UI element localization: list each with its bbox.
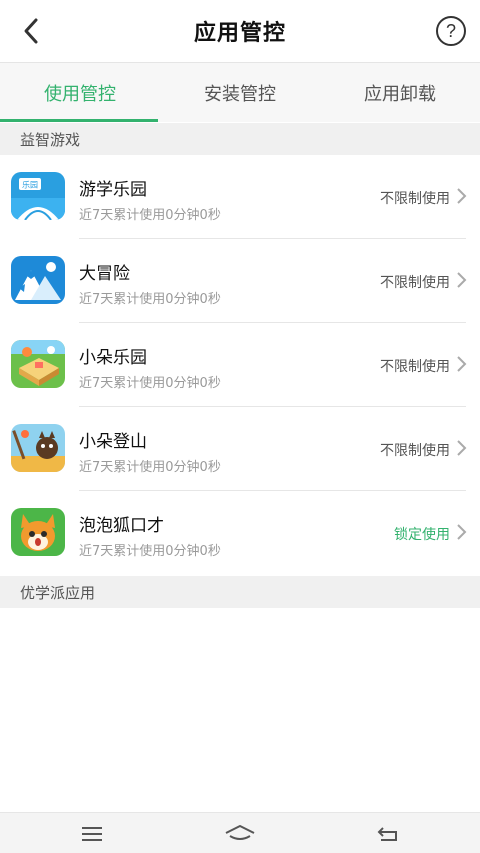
list-item[interactable]: 小朵乐园 近7天累计使用0分钟0秒 不限制使用 [0,323,480,407]
question-icon: ? [445,20,456,41]
app-usage-time: 近7天累计使用0分钟0秒 [79,544,221,559]
tab-bar: 使用管控 安装管控 应用卸载 [0,62,480,122]
app-name: 泡泡狐口才 [79,516,164,536]
icon-badge-text: 乐园 [22,180,38,190]
app-usage-time: 近7天累计使用0分钟0秒 [79,376,221,391]
system-back-button[interactable] [368,821,408,847]
app-name: 大冒险 [79,264,130,284]
xiaoduo-park-app-icon [11,340,65,388]
system-nav-bar [0,812,480,853]
menu-button[interactable] [72,821,112,847]
active-tab-indicator [0,119,158,122]
chevron-right-icon [457,272,467,288]
app-list: 乐园 游学乐园 近7天累计使用0分钟0秒 不限制使用 大冒险 近7天累计使用0分… [0,155,480,575]
app-usage-time: 近7天累计使用0分钟0秒 [79,208,221,223]
app-status: 不限制使用 [380,443,450,459]
tab-app-uninstall[interactable]: 应用卸载 [320,63,480,122]
app-header: 应用管控 ? [0,0,480,62]
app-name: 小朵登山 [79,432,147,452]
home-button[interactable] [220,821,260,847]
section-header-youxuepai: 优学派应用 [0,576,480,608]
app-status: 不限制使用 [380,275,450,291]
list-item[interactable]: 乐园 游学乐园 近7天累计使用0分钟0秒 不限制使用 [0,155,480,239]
page-title: 应用管控 [193,21,286,46]
app-name: 游学乐园 [79,180,147,200]
tab-install-control[interactable]: 安装管控 [160,63,320,122]
app-name: 小朵乐园 [79,348,147,368]
tab-usage-control[interactable]: 使用管控 [0,63,160,122]
fox-app-icon [11,508,65,556]
help-button[interactable]: ? [436,16,466,46]
list-item[interactable]: 泡泡狐口才 近7天累计使用0分钟0秒 锁定使用 [0,491,480,575]
menu-icon [82,827,102,841]
xiaoduo-climb-app-icon [11,424,65,472]
section-header-games: 益智游戏 [0,123,480,155]
app-usage-time: 近7天累计使用0分钟0秒 [79,292,221,307]
tab-label: 使用管控 [44,83,116,105]
return-icon [377,827,397,841]
app-status: 不限制使用 [380,359,450,375]
chevron-right-icon [457,356,467,372]
home-icon [225,825,255,840]
tab-label: 安装管控 [204,83,276,105]
chevron-right-icon [457,440,467,456]
back-button[interactable] [14,14,48,48]
chevron-left-icon [24,18,38,44]
chevron-right-icon [457,188,467,204]
chevron-right-icon [457,524,467,540]
app-usage-time: 近7天累计使用0分钟0秒 [79,460,221,475]
app-status: 不限制使用 [380,191,450,207]
app-status-locked: 锁定使用 [394,527,450,543]
adventure-app-icon [11,256,65,304]
park-app-icon: 乐园 [11,172,65,220]
tab-label: 应用卸载 [364,83,436,105]
list-item[interactable]: 小朵登山 近7天累计使用0分钟0秒 不限制使用 [0,407,480,491]
list-item[interactable]: 大冒险 近7天累计使用0分钟0秒 不限制使用 [0,239,480,323]
